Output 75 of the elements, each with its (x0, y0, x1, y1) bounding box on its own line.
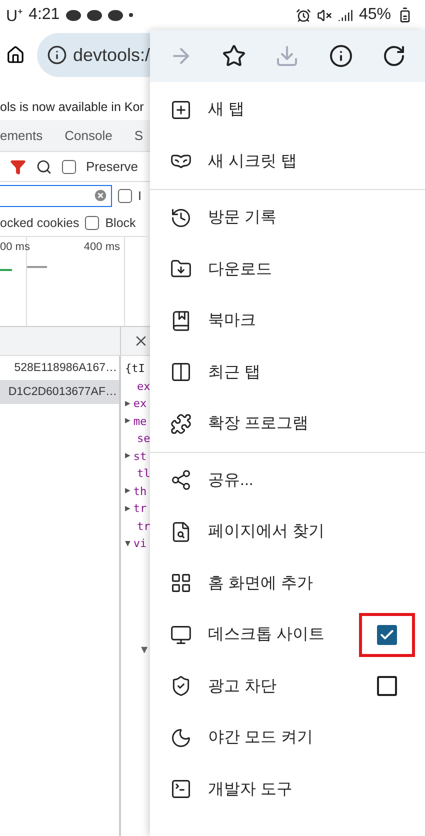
devtools-tab[interactable]: S (134, 128, 144, 143)
expand-toggle[interactable]: ▶ (125, 451, 130, 462)
notification-icon (108, 10, 123, 20)
time-tick: 400 ms (84, 241, 120, 253)
expand-toggle[interactable]: ▼ (141, 642, 148, 656)
clear-icon[interactable] (93, 188, 108, 203)
notification-icon (86, 10, 102, 20)
code-text: tr (137, 520, 150, 533)
checkbox[interactable] (377, 624, 397, 645)
menu-item[interactable]: 최근 탭 (208, 362, 415, 383)
plus-square-icon (170, 98, 192, 121)
checkbox[interactable] (118, 188, 132, 202)
filter-icon[interactable] (10, 158, 26, 174)
share-icon (170, 469, 192, 492)
monitor-icon (170, 624, 192, 646)
terminal-icon (170, 778, 192, 800)
menu-item[interactable]: 데스크톱 사이트 (208, 624, 343, 646)
banner-text: ols is now available in Kor (0, 100, 144, 114)
alarm-icon (296, 8, 311, 22)
checkbox[interactable] (62, 160, 76, 174)
code-text: vi (133, 537, 147, 550)
more-notifications-icon (128, 13, 133, 17)
code-text: se (137, 432, 150, 446)
address-bar[interactable]: devtools:/ (36, 33, 150, 77)
menu-item[interactable]: 다운로드 (208, 258, 415, 280)
panel-icon (170, 361, 192, 384)
devtools-tab[interactable]: Console (64, 128, 112, 143)
signal-icon (338, 8, 353, 22)
devtools-tab[interactable]: ements (0, 128, 43, 143)
checkbox[interactable] (377, 676, 397, 696)
menu-item[interactable]: 새 시크릿 탭 (208, 150, 415, 172)
expand-toggle[interactable]: ▶ (125, 504, 130, 514)
puzzle-icon (170, 412, 192, 435)
time-tick: 00 ms (0, 241, 30, 253)
menu-item[interactable]: 홈 화면에 추가 (208, 572, 415, 594)
notification-icon (66, 10, 81, 20)
menu-item[interactable]: 페이지에서 찾기 (208, 521, 415, 542)
menu-item[interactable]: 야간 모드 켜기 (208, 727, 415, 748)
menu-item[interactable]: 확장 프로그램 (208, 413, 415, 434)
checkbox-label: Preserve (86, 159, 138, 174)
moon-icon (170, 726, 192, 749)
checkbox-label: Block (105, 216, 136, 230)
history-icon (170, 206, 192, 229)
menu-item[interactable]: 북마크 (208, 310, 415, 332)
carrier: U⁺ (6, 7, 23, 26)
menu-item[interactable]: 방문 기록 (208, 207, 415, 228)
code-text: th (133, 484, 147, 498)
page-search-icon (170, 520, 192, 543)
filter-input[interactable] (0, 184, 112, 206)
menu-item[interactable]: 새 탭 (208, 99, 415, 120)
bookmark-icon (170, 310, 192, 332)
mute-icon (316, 8, 332, 22)
code-text: st (133, 450, 147, 463)
search-icon[interactable] (36, 158, 52, 174)
checkbox[interactable] (85, 216, 100, 230)
code-text: {tI (125, 362, 145, 376)
checkbox-label: ocked cookies (0, 216, 80, 230)
expand-toggle[interactable]: ▶ (125, 398, 130, 409)
expand-toggle[interactable]: ▼ (125, 538, 130, 549)
expand-toggle[interactable]: ▶ (125, 416, 130, 426)
code-text: ex (133, 397, 147, 410)
shield-check-icon (170, 675, 192, 698)
request-row[interactable]: D1C2D6013677AF… (0, 380, 119, 404)
expand-toggle[interactable]: ▶ (125, 486, 130, 496)
menu-item[interactable]: 광고 차단 (208, 676, 343, 697)
code-text: me (133, 414, 147, 428)
menu-item[interactable]: 개발자 도구 (208, 778, 415, 800)
grid-icon (170, 572, 192, 594)
menu-item[interactable]: 공유... (208, 470, 415, 491)
code-text: tr (133, 502, 147, 516)
checkbox-label: I (138, 188, 142, 202)
code-text: tl (137, 467, 150, 480)
battery-percent: 45% (358, 6, 391, 24)
clock: 4:21 (28, 6, 60, 24)
code-text: ex (137, 380, 150, 393)
